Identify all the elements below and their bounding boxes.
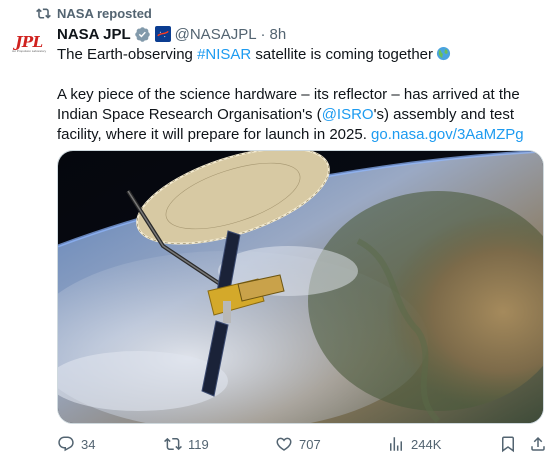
tweet-content: NASA JPL @NASAJPL · 8h The Earth-observi… bbox=[57, 24, 547, 145]
repost-indicator[interactable]: NASA reposted bbox=[36, 5, 152, 21]
repost-label: NASA reposted bbox=[57, 5, 152, 21]
share-button[interactable] bbox=[529, 435, 547, 453]
avatar[interactable]: JPL Jet Propulsion Laboratory bbox=[9, 24, 49, 64]
tweet-header: NASA JPL @NASAJPL · 8h bbox=[57, 24, 547, 44]
verified-badge-icon[interactable] bbox=[134, 26, 151, 43]
reply-icon bbox=[58, 436, 74, 452]
views-button[interactable]: 244K bbox=[387, 435, 441, 453]
mention-link[interactable]: @ISRO bbox=[322, 106, 374, 123]
repost-icon bbox=[164, 437, 182, 451]
like-count: 707 bbox=[299, 436, 321, 452]
display-name[interactable]: NASA JPL bbox=[57, 26, 131, 43]
jpl-logo-text: JPL bbox=[15, 33, 43, 51]
repost-icon bbox=[36, 7, 51, 19]
bookmark-icon bbox=[502, 436, 514, 453]
earth-globe-icon bbox=[436, 46, 451, 61]
text-segment: satellite is coming together bbox=[251, 46, 434, 63]
text-segment: The Earth-observing bbox=[57, 46, 198, 63]
tweet-image[interactable] bbox=[57, 150, 544, 424]
nasa-affiliation-icon[interactable] bbox=[154, 26, 171, 42]
hashtag-link[interactable]: #NISAR bbox=[197, 46, 251, 63]
url-link[interactable]: go.nasa.gov/3AaMZPg bbox=[371, 126, 524, 143]
reply-button[interactable]: 34 bbox=[57, 435, 95, 453]
heart-icon bbox=[276, 437, 292, 451]
tweet-paragraph-2: A key piece of the science hardware – it… bbox=[57, 85, 547, 145]
tweet-actions-bar: 34 119 707 244K bbox=[57, 433, 547, 455]
reply-count: 34 bbox=[81, 436, 96, 452]
tweet-text: The Earth-observing #NISAR satellite is … bbox=[57, 45, 547, 145]
satellite-earth-image bbox=[58, 151, 543, 423]
like-button[interactable]: 707 bbox=[275, 435, 321, 453]
tweet-paragraph-1: The Earth-observing #NISAR satellite is … bbox=[57, 45, 547, 65]
repost-button[interactable]: 119 bbox=[164, 435, 209, 453]
views-chart-icon bbox=[390, 437, 402, 451]
user-handle[interactable]: @NASAJPL bbox=[175, 26, 257, 43]
share-icon bbox=[531, 436, 545, 451]
bookmark-button[interactable] bbox=[499, 435, 517, 453]
views-count: 244K bbox=[411, 436, 442, 452]
repost-count: 119 bbox=[188, 436, 209, 452]
jpl-logo-subtext: Jet Propulsion Laboratory bbox=[11, 49, 47, 53]
separator-dot: · bbox=[260, 25, 266, 43]
timestamp[interactable]: 8h bbox=[270, 26, 287, 43]
